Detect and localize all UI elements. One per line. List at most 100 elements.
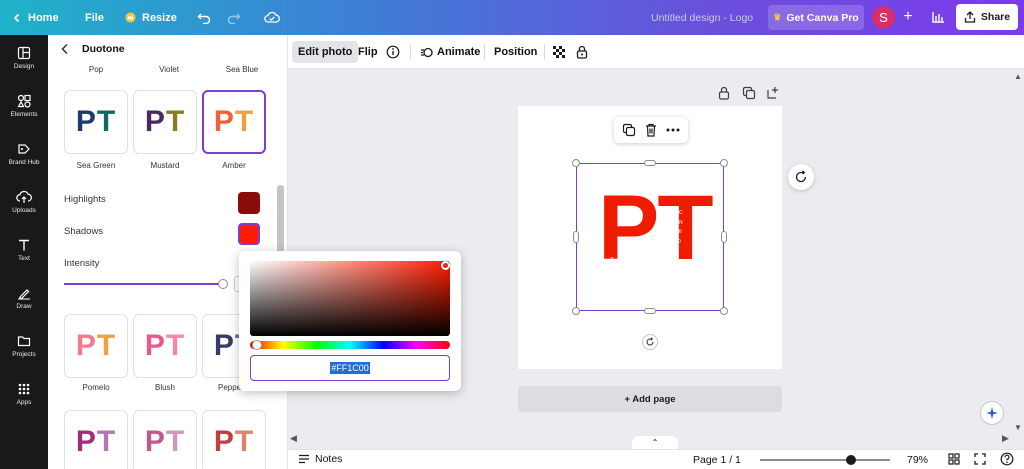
share-button[interactable]: Share bbox=[956, 4, 1018, 30]
design-title[interactable]: Untitled design - Logo bbox=[651, 0, 753, 35]
resize-handle-top-right[interactable] bbox=[720, 159, 728, 167]
intensity-slider-track[interactable] bbox=[64, 283, 226, 285]
resize-handle-top-left[interactable] bbox=[572, 159, 580, 167]
copy-icon[interactable] bbox=[622, 123, 636, 137]
scroll-right-arrow[interactable]: ▶ bbox=[1002, 433, 1009, 444]
upload-cloud-icon bbox=[16, 190, 32, 203]
sidebar-item-uploads[interactable]: Uploads bbox=[0, 190, 48, 214]
zoom-slider-track[interactable] bbox=[760, 459, 890, 461]
resize-handle-top[interactable] bbox=[644, 160, 656, 166]
tile-preview: PT bbox=[214, 425, 254, 459]
tile-preview: PT bbox=[76, 105, 116, 139]
tile-preview: PT bbox=[145, 425, 185, 459]
sidebar-item-label: Projects bbox=[12, 351, 36, 358]
duotone-tile-pomelo[interactable]: PT bbox=[64, 314, 128, 378]
resize-button[interactable]: Resize bbox=[125, 0, 177, 35]
logo-image: PT ECHNOID RO bbox=[598, 182, 714, 275]
sidebar-item-text[interactable]: Text bbox=[0, 238, 48, 262]
add-collaborator-button[interactable]: + bbox=[898, 7, 918, 27]
more-options-icon[interactable] bbox=[666, 128, 680, 132]
sidebar-item-brand-hub[interactable]: Brand Hub bbox=[0, 142, 48, 166]
intensity-slider-thumb[interactable] bbox=[218, 279, 228, 289]
notes-label: Notes bbox=[315, 453, 343, 465]
grid-view-button[interactable] bbox=[948, 453, 960, 468]
scroll-left-arrow[interactable]: ◀ bbox=[290, 433, 297, 444]
plus-icon: + bbox=[903, 8, 913, 25]
duotone-tile[interactable]: PT bbox=[202, 410, 266, 469]
position-button[interactable]: Position bbox=[488, 41, 543, 63]
redo-icon bbox=[227, 13, 241, 24]
bottom-bar: Notes Page 1 / 1 79% bbox=[288, 449, 1024, 469]
scroll-up-arrow[interactable]: ▲ bbox=[1014, 72, 1022, 81]
duotone-tile-sea-green[interactable]: PT bbox=[64, 90, 128, 154]
magic-refresh-button[interactable] bbox=[788, 164, 814, 190]
element-floating-toolbar bbox=[614, 117, 688, 143]
duplicate-page-button[interactable] bbox=[742, 86, 756, 100]
resize-handle-bottom[interactable] bbox=[644, 308, 656, 314]
hex-input[interactable]: #FF1C00 bbox=[250, 355, 450, 381]
cloud-save-button[interactable] bbox=[264, 0, 280, 35]
tile-preview-p: P bbox=[213, 105, 235, 138]
bar-chart-icon bbox=[932, 12, 944, 23]
resize-handle-right[interactable] bbox=[721, 231, 727, 243]
sidebar-item-label: Draw bbox=[16, 303, 32, 310]
lock-page-button[interactable] bbox=[718, 86, 732, 100]
shadows-color-swatch[interactable] bbox=[238, 223, 260, 245]
sidebar-item-elements[interactable]: Elements bbox=[0, 94, 48, 118]
transparency-button[interactable] bbox=[546, 41, 572, 63]
trash-icon[interactable] bbox=[645, 123, 657, 137]
sidebar-item-design[interactable]: Design bbox=[0, 46, 48, 70]
duotone-tile[interactable]: PT bbox=[133, 410, 197, 469]
divider bbox=[410, 44, 411, 60]
pages-toggle-button[interactable]: ⌃ bbox=[632, 436, 678, 449]
help-button[interactable] bbox=[1000, 452, 1014, 469]
back-chevron-icon[interactable] bbox=[60, 43, 70, 55]
tile-preview-t: T bbox=[165, 329, 186, 362]
duotone-tile-mustard[interactable]: PT bbox=[133, 90, 197, 154]
analytics-button[interactable] bbox=[926, 5, 950, 29]
share-upload-icon bbox=[964, 11, 976, 23]
add-page-icon bbox=[767, 87, 778, 99]
tile-preview: PT bbox=[145, 105, 185, 139]
saturation-value-area[interactable] bbox=[250, 261, 450, 336]
scroll-down-arrow[interactable]: ▼ bbox=[1014, 423, 1022, 432]
home-button[interactable]: Home bbox=[12, 0, 59, 35]
resize-handle-bottom-left[interactable] bbox=[572, 307, 580, 315]
avatar[interactable]: S bbox=[872, 6, 895, 29]
hue-slider-thumb[interactable] bbox=[252, 340, 262, 350]
resize-handle-bottom-right[interactable] bbox=[720, 307, 728, 315]
duotone-tile[interactable]: PT bbox=[64, 410, 128, 469]
highlights-color-swatch[interactable] bbox=[238, 192, 260, 214]
tile-label: Pop bbox=[88, 65, 104, 74]
get-canva-pro-button[interactable]: ♛ Get Canva Pro bbox=[768, 5, 864, 30]
add-page-button[interactable]: + Add page bbox=[518, 386, 782, 412]
saturation-value-handle[interactable] bbox=[441, 261, 450, 270]
zoom-slider-thumb[interactable] bbox=[846, 455, 856, 465]
sidebar-item-label: Uploads bbox=[12, 207, 36, 214]
notes-button[interactable]: Notes bbox=[298, 453, 342, 465]
duotone-tile-blush[interactable]: PT bbox=[133, 314, 197, 378]
file-menu-button[interactable]: File bbox=[85, 0, 104, 35]
animate-label: Animate bbox=[437, 46, 481, 58]
fullscreen-button[interactable] bbox=[974, 453, 986, 468]
info-button[interactable] bbox=[380, 41, 406, 63]
page-indicator[interactable]: Page 1 / 1 bbox=[693, 454, 741, 466]
hue-slider[interactable] bbox=[250, 341, 450, 349]
lock-button[interactable] bbox=[570, 41, 594, 63]
zoom-level[interactable]: 79% bbox=[907, 454, 928, 466]
edit-photo-button[interactable]: Edit photo bbox=[292, 41, 359, 63]
top-bar: Home File Resize Untitled design - Logo … bbox=[0, 0, 1024, 35]
sidebar-item-draw[interactable]: Draw bbox=[0, 286, 48, 310]
duotone-tile-amber[interactable]: PT bbox=[202, 90, 266, 154]
animate-button[interactable]: Animate bbox=[414, 41, 486, 63]
sidebar-item-apps[interactable]: Apps bbox=[0, 382, 48, 406]
undo-button[interactable] bbox=[197, 0, 211, 35]
magic-assistant-button[interactable] bbox=[980, 401, 1004, 425]
add-page-icon-button[interactable] bbox=[766, 86, 780, 100]
sidebar-item-projects[interactable]: Projects bbox=[0, 334, 48, 358]
apps-grid-icon bbox=[18, 383, 30, 395]
flip-button[interactable]: Flip bbox=[352, 41, 384, 63]
redo-button[interactable] bbox=[227, 0, 241, 35]
rotate-handle[interactable] bbox=[642, 334, 658, 350]
resize-handle-left[interactable] bbox=[573, 231, 579, 243]
